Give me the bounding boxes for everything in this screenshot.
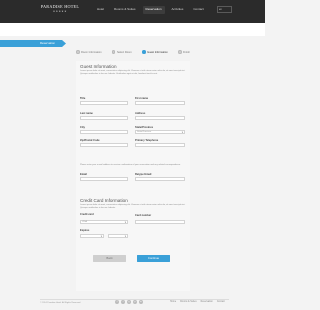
chevron-down-icon: ▾ (124, 221, 126, 224)
state-label: State/Province (135, 126, 154, 129)
step-dot-icon (142, 50, 146, 54)
step-label: Guest Information (147, 50, 168, 54)
expires-year-select[interactable]: ▾ (108, 234, 128, 238)
retype-email-label: Retype Email (135, 173, 152, 176)
nav-item-rooms-suites[interactable]: Rooms & Suites (111, 6, 139, 14)
expires-label: Expires (80, 229, 90, 232)
footer-link-reservation[interactable]: Reservation (201, 301, 213, 303)
email-label: Email (80, 173, 87, 176)
credit-card-select-value: VISA (82, 221, 87, 223)
card-number-label: Card number (135, 214, 152, 217)
footer-link-home[interactable]: Home (170, 301, 176, 303)
zip-field[interactable] (80, 143, 128, 147)
step-finish: Finish (178, 50, 190, 54)
continue-button[interactable]: Continue (137, 255, 170, 262)
zip-label: Zip/Postal Code (80, 139, 100, 142)
credit-card-label: Credit card (80, 213, 94, 216)
footer-link-contact[interactable]: Contact (217, 301, 225, 303)
city-label: City (80, 126, 85, 129)
chevron-down-icon: ▾ (100, 235, 102, 238)
step-label: Room Information (81, 50, 102, 54)
copyright-text: © 2014 Paradise Hotel. All Rights Reserv… (40, 302, 81, 304)
social-links: f t g p in (115, 300, 143, 304)
footer-link-rooms-suites[interactable]: Rooms & Suites (180, 301, 196, 303)
phone-label: Primary Telephone (135, 139, 159, 142)
title-field[interactable] (80, 101, 128, 105)
first-name-label: First name (135, 97, 149, 100)
site-header: PARADISE HOTEL ★★★★★ Hotel Rooms & Suite… (0, 0, 265, 23)
state-select-value: State/Province (137, 131, 152, 133)
state-select[interactable]: State/Province ▾ (135, 130, 185, 134)
chevron-down-icon: ▾ (124, 235, 126, 238)
address-label: Address (135, 112, 146, 115)
guest-information-title: Guest Information (80, 64, 117, 69)
nav-item-hotel[interactable]: Hotel (94, 6, 107, 14)
language-select[interactable]: en (217, 6, 232, 13)
step-label: Finish (183, 50, 190, 54)
step-room-information: Room Information (76, 50, 102, 54)
title-strip (0, 23, 265, 36)
step-dot-icon (111, 50, 116, 54)
card-number-field[interactable] (135, 220, 185, 224)
nav-item-activities[interactable]: Activities (169, 6, 187, 14)
progress-steps: Room Information Select Room Guest Infor… (76, 49, 190, 55)
retype-email-field[interactable] (135, 177, 185, 181)
nav-item-reservation[interactable]: Reservation (142, 6, 165, 14)
facebook-icon[interactable]: f (115, 300, 119, 304)
last-name-label: Last name (80, 112, 93, 115)
linkedin-icon[interactable]: in (139, 300, 143, 304)
address-field[interactable] (135, 116, 185, 120)
city-field[interactable] (80, 130, 128, 134)
credit-card-title: Credit Card Information (80, 198, 128, 203)
credit-card-select[interactable]: VISA ▾ (80, 220, 128, 224)
step-label: Select Room (116, 50, 132, 54)
email-note: Please enter your e-mail address to rece… (80, 164, 181, 166)
email-field[interactable] (80, 177, 128, 181)
step-dot-icon (76, 50, 80, 54)
hotel-logo[interactable]: PARADISE HOTEL ★★★★★ (40, 4, 80, 13)
first-name-field[interactable] (135, 101, 185, 105)
logo-stars: ★★★★★ (52, 10, 68, 13)
chevron-down-icon: ▾ (181, 131, 183, 134)
step-dot-icon (178, 50, 182, 54)
title-label: Title (80, 97, 86, 100)
footer-nav: Home Rooms & Suites Reservation Contact (170, 301, 225, 303)
google-plus-icon[interactable]: g (127, 300, 131, 304)
back-button[interactable]: Back (93, 255, 126, 262)
twitter-icon[interactable]: t (121, 300, 125, 304)
last-name-field[interactable] (80, 116, 128, 120)
expires-month-select[interactable]: ▾ (80, 234, 104, 238)
step-select-room: Select Room (111, 50, 132, 54)
guest-intro: Lorem ipsum dolor sit amet, consectetur … (80, 70, 186, 75)
phone-field[interactable] (135, 143, 185, 147)
main-nav: Hotel Rooms & Suites Reservation Activit… (94, 6, 207, 14)
logo-text: PARADISE HOTEL (40, 4, 80, 9)
page-title: Reservation (0, 40, 66, 47)
credit-intro: Lorem ipsum dolor sit amet, consectetur … (80, 204, 186, 209)
step-guest-information: Guest Information (142, 50, 168, 54)
nav-item-contact[interactable]: Contact (190, 6, 206, 14)
pinterest-icon[interactable]: p (133, 300, 137, 304)
